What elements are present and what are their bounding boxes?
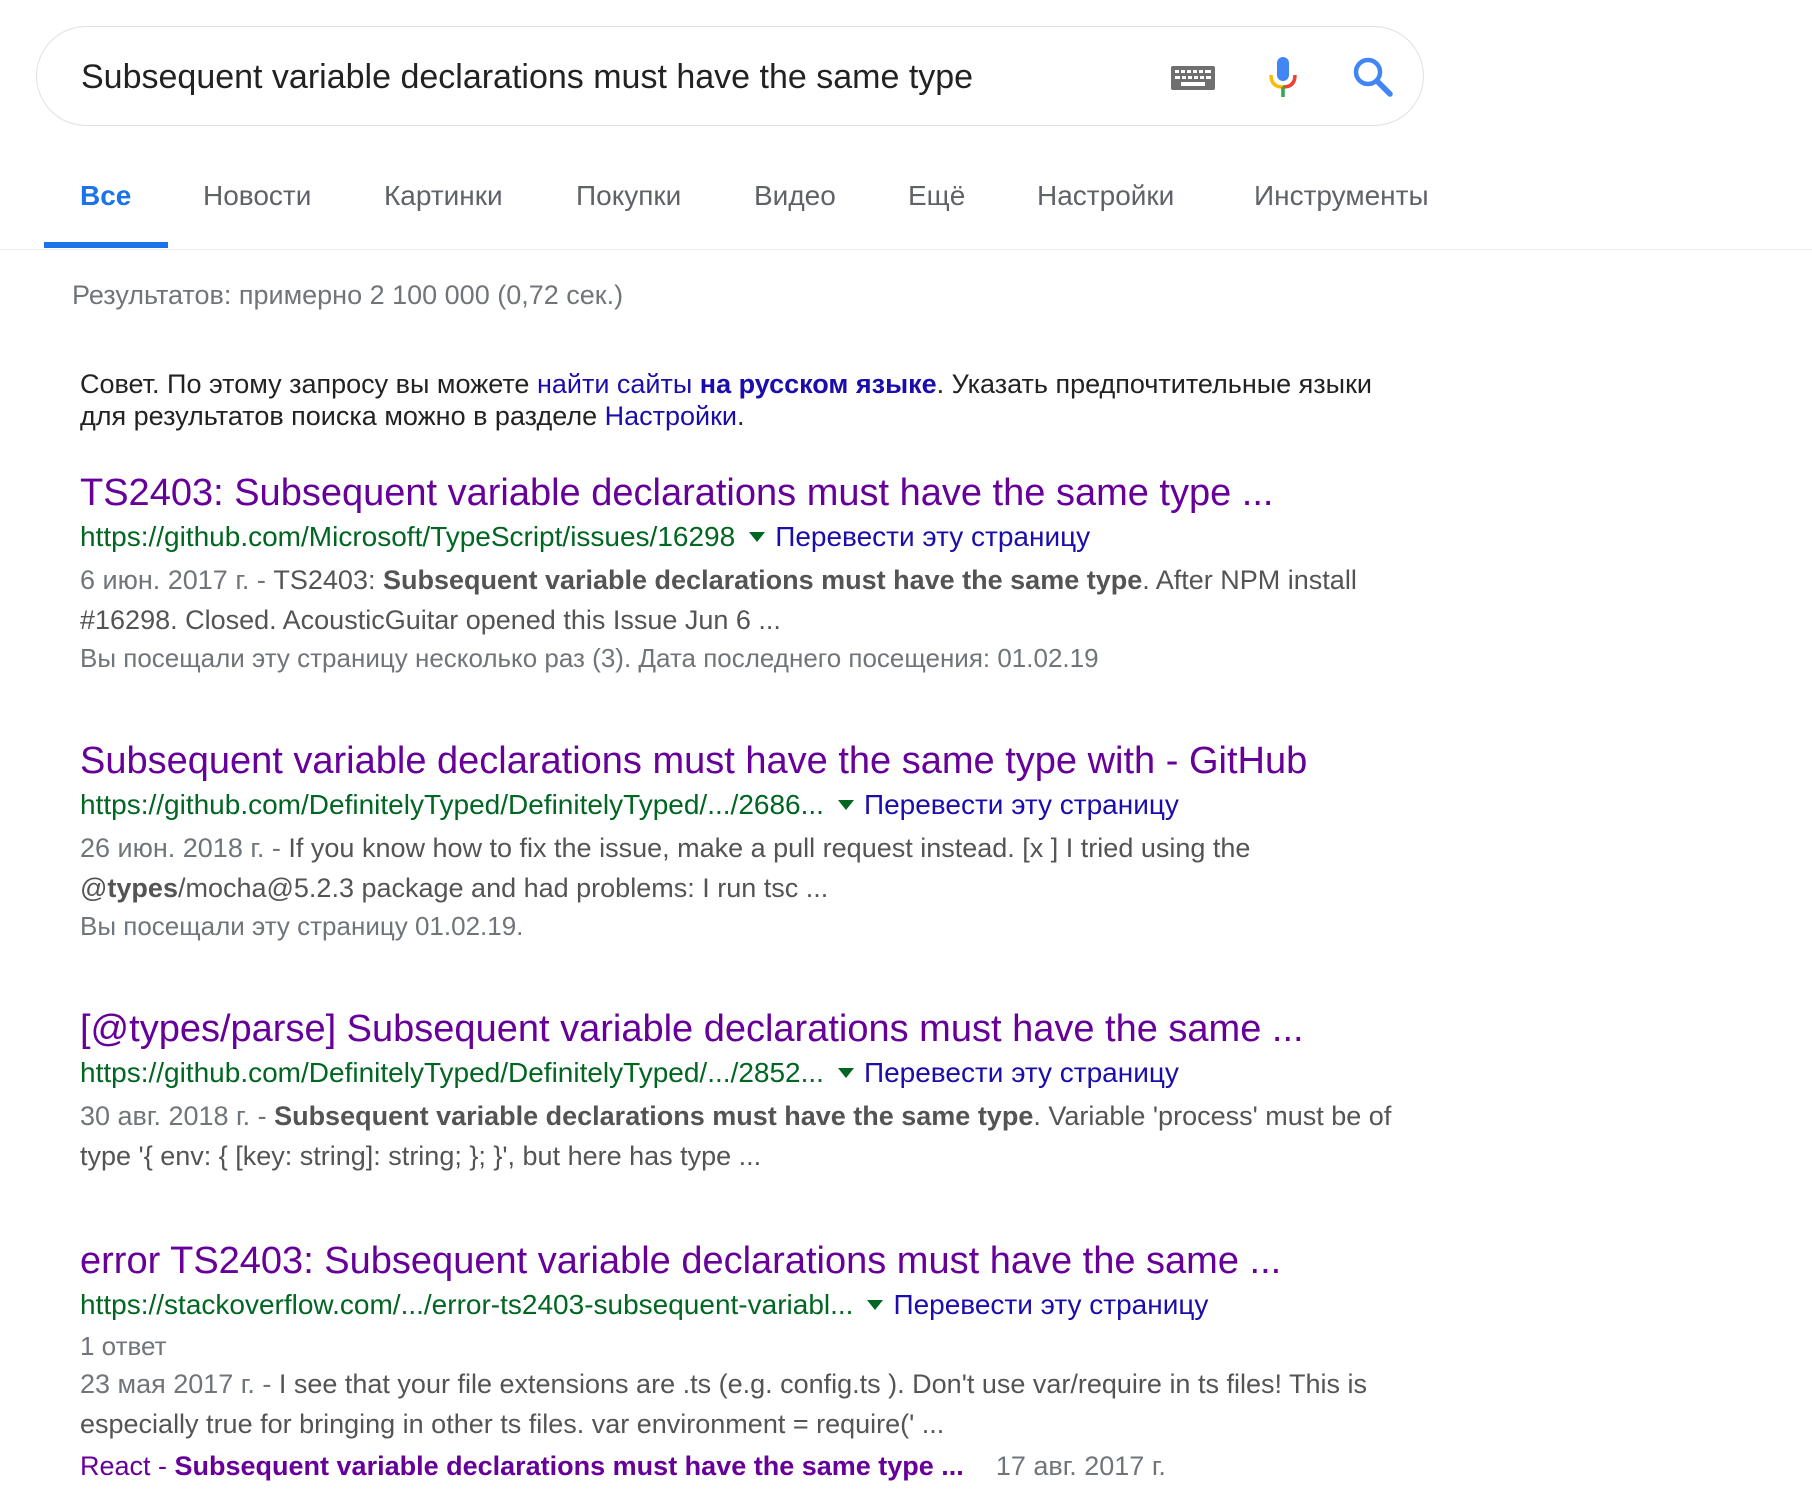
result-title-link[interactable]: TS2403: Subsequent variable declarations… — [80, 470, 1400, 516]
tip-language-link[interactable]: найти сайты на русском языке — [537, 369, 937, 399]
result-url: https://github.com/DefinitelyTyped/Defin… — [80, 1057, 824, 1088]
result-url-line: https://stackoverflow.com/.../error-ts24… — [80, 1286, 1400, 1324]
tab-tools[interactable]: Инструменты — [1254, 180, 1429, 212]
result-url-line: https://github.com/DefinitelyTyped/Defin… — [80, 786, 1400, 824]
search-result: error TS2403: Subsequent variable declar… — [80, 1238, 1400, 1488]
translate-link[interactable]: Перевести эту страницу — [893, 1289, 1208, 1320]
result-title-link[interactable]: Subsequent variable declarations must ha… — [80, 738, 1400, 784]
tip-settings-link[interactable]: Настройки — [605, 401, 737, 431]
result-url: https://github.com/Microsoft/TypeScript/… — [80, 521, 736, 552]
result-title-link[interactable]: error TS2403: Subsequent variable declar… — [80, 1238, 1400, 1284]
result-snippet: 23 мая 2017 г. - I see that your file ex… — [80, 1364, 1400, 1444]
result-url-line: https://github.com/Microsoft/TypeScript/… — [80, 518, 1400, 556]
snippet-bold: Subsequent variable declarations must ha… — [382, 565, 1143, 595]
search-result: [@types/parse] Subsequent variable decla… — [80, 1006, 1400, 1176]
language-tip: Совет. По этому запросу вы можете найти … — [80, 368, 1400, 432]
tip-link-bold: на русском языке — [699, 369, 937, 399]
caret-down-icon[interactable] — [837, 799, 854, 810]
result-stats: Результатов: примерно 2 100 000 (0,72 се… — [72, 280, 624, 310]
result-title-link[interactable]: [@types/parse] Subsequent variable decla… — [80, 1006, 1400, 1052]
caret-down-icon[interactable] — [749, 531, 766, 542]
snippet-bold: Subsequent variable declarations must ha… — [274, 1101, 1034, 1131]
snippet-text-end: /mocha@5.2.3 package and had problems: I… — [177, 873, 829, 903]
visited-note: Вы посещали эту страницу 01.02.19. — [80, 911, 524, 941]
result-snippet: 30 авг. 2018 г. - Subsequent variable de… — [80, 1096, 1400, 1176]
tip-link-text: найти сайты — [536, 369, 700, 399]
keyboard-icon[interactable] — [1165, 49, 1221, 105]
tab-videos[interactable]: Видео — [754, 180, 836, 212]
snippet-text: TS2403: — [273, 565, 383, 595]
translate-link[interactable]: Перевести эту страницу — [864, 789, 1179, 820]
visited-note: Вы посещали эту страницу несколько раз (… — [80, 643, 1099, 673]
snippet-bold: types — [107, 873, 178, 903]
active-tab-indicator — [44, 242, 168, 248]
tab-images[interactable]: Картинки — [384, 180, 503, 212]
tab-settings[interactable]: Настройки — [1037, 180, 1174, 212]
result-date: 30 авг. 2018 г. - — [80, 1101, 275, 1131]
search-icon[interactable] — [1345, 49, 1401, 105]
result-url: https://github.com/DefinitelyTyped/Defin… — [80, 789, 824, 820]
result-snippet: 6 июн. 2017 г. - TS2403: Subsequent vari… — [80, 560, 1400, 640]
tip-suffix: . — [736, 401, 745, 431]
sublink-prefix: React - — [80, 1451, 175, 1481]
search-box — [36, 26, 1424, 126]
result-date: 6 июн. 2017 г. - — [80, 565, 274, 595]
result-url: https://stackoverflow.com/.../error-ts24… — [80, 1289, 854, 1320]
translate-link[interactable]: Перевести эту страницу — [775, 521, 1090, 552]
tab-all[interactable]: Все — [80, 180, 131, 212]
translate-link[interactable]: Перевести эту страницу — [864, 1057, 1179, 1088]
mic-icon[interactable] — [1255, 49, 1311, 105]
tab-more[interactable]: Ещё — [908, 180, 965, 212]
answer-count: 1 ответ — [80, 1331, 167, 1361]
search-result: TS2403: Subsequent variable declarations… — [80, 470, 1400, 676]
search-tabs: Все Новости Картинки Покупки Видео Ещё Н… — [0, 150, 1812, 250]
result-date: 23 мая 2017 г. - — [80, 1369, 279, 1399]
sublink[interactable]: React - Subsequent variable declarations… — [80, 1451, 964, 1481]
tab-news[interactable]: Новости — [203, 180, 311, 212]
sublink-date: 17 авг. 2017 г. — [995, 1451, 1166, 1481]
tip-prefix: Совет. По этому запросу вы можете — [80, 369, 537, 399]
tab-shopping[interactable]: Покупки — [576, 180, 681, 212]
result-date: 26 июн. 2018 г. - — [80, 833, 289, 863]
search-result: Subsequent variable declarations must ha… — [80, 738, 1400, 944]
caret-down-icon[interactable] — [837, 1067, 854, 1078]
search-input[interactable] — [81, 55, 1081, 99]
sublink-row: React - Subsequent variable declarations… — [80, 1444, 1400, 1488]
result-url-line: https://github.com/DefinitelyTyped/Defin… — [80, 1054, 1400, 1092]
caret-down-icon[interactable] — [867, 1299, 884, 1310]
tabs-divider — [0, 249, 1812, 250]
sublink-bold: Subsequent variable declarations must ha… — [174, 1451, 964, 1481]
result-snippet: 26 июн. 2018 г. - If you know how to fix… — [80, 828, 1400, 908]
